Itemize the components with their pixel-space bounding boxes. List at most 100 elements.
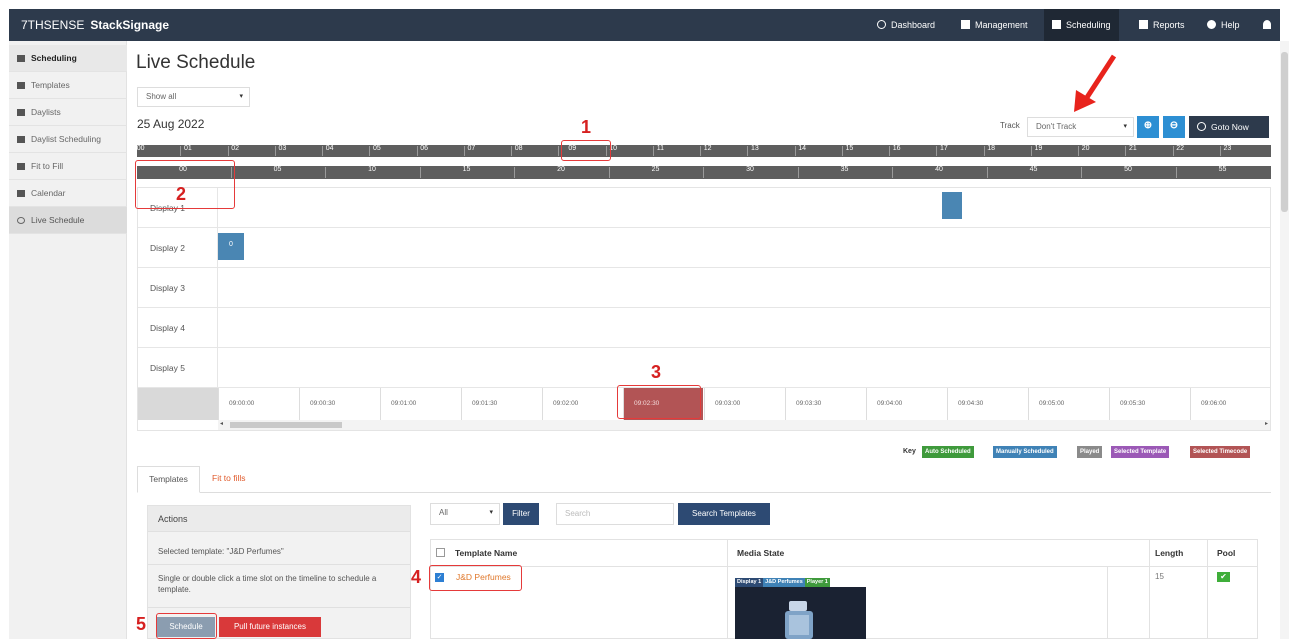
zoom-out-button[interactable]: ⊖ [1163,116,1185,138]
minute-tick[interactable]: 45 [1030,166,1038,173]
column-header-template-name[interactable]: Template Name [455,540,517,566]
hour-tick[interactable]: 05 [373,145,381,152]
template-search-input[interactable]: Search [556,503,674,525]
hour-tick[interactable]: 04 [326,145,334,152]
hour-tick[interactable]: 20 [1082,145,1090,152]
hour-separator [889,146,890,156]
display-row[interactable]: Display 4 [138,308,1270,348]
hour-separator [369,146,371,156]
minute-timeline[interactable]: 00 05 10 15 20 25 30 35 40 45 50 55 [137,166,1271,179]
hour-tick[interactable]: 08 [515,145,523,152]
minute-tick[interactable]: 50 [1124,166,1132,173]
minute-tick[interactable]: 15 [463,166,471,173]
hour-tick[interactable]: 18 [987,145,995,152]
sidebar-item-fit-to-fill[interactable]: Fit to Fill [9,153,127,180]
hour-tick[interactable]: 15 [845,145,853,152]
show-filter-select[interactable]: Show all ▾ [137,87,250,107]
hour-tick[interactable]: 23 [1223,145,1231,152]
sidebar-item-daylists[interactable]: Daylists [9,99,127,126]
minute-tick[interactable]: 20 [557,166,565,173]
timecode-cell[interactable]: 09:01:30 [461,388,541,420]
nav-scheduling[interactable]: Scheduling [1044,9,1119,41]
minute-tick[interactable]: 55 [1219,166,1227,173]
info-icon [1207,20,1216,29]
hour-tick[interactable]: 11 [657,145,664,152]
display-row[interactable]: Display 1 [138,188,1270,228]
hour-tick[interactable]: 17 [940,145,948,152]
hour-tick[interactable]: 01 [184,145,192,152]
tab-templates[interactable]: Templates [137,466,200,493]
sidebar-item-templates[interactable]: Templates [9,72,127,99]
hour-separator [1078,146,1079,156]
timecode-cell[interactable]: 09:05:00 [1028,388,1108,420]
select-all-checkbox[interactable] [436,548,445,557]
sidebar-item-calendar[interactable]: Calendar [9,180,127,207]
timecode-cell[interactable]: 09:00:30 [299,388,379,420]
tab-fit-to-fills[interactable]: Fit to fills [212,473,246,483]
hour-tick[interactable]: 03 [278,145,286,152]
search-templates-button[interactable]: Search Templates [678,503,770,525]
minute-tick[interactable]: 10 [368,166,376,173]
annotation-number: 1 [581,117,592,137]
minute-tick[interactable]: 05 [274,166,282,173]
timecode-cell[interactable]: 09:04:00 [866,388,946,420]
minute-tick[interactable]: 35 [841,166,849,173]
annotation-box-1 [561,140,611,161]
sidebar-item-live-schedule[interactable]: Live Schedule [9,207,127,234]
selected-template-text: Selected template: "J&D Perfumes" [158,547,284,556]
minute-tick[interactable]: 25 [652,166,660,173]
display-row[interactable]: Display 5 [138,348,1270,388]
key-badge: Auto Scheduled [922,446,974,458]
brand-logo[interactable]: 7THSENSE StackSignage [21,18,169,32]
nav-reports[interactable]: Reports [1131,9,1193,41]
sidebar-item-daylist-scheduling[interactable]: Daylist Scheduling [9,126,127,153]
horizontal-scrollbar[interactable]: ◂ ▸ [218,420,1270,430]
filter-button[interactable]: Filter [503,503,539,525]
column-header-media-state[interactable]: Media State [737,540,784,566]
schedule-block[interactable] [942,192,962,219]
scrollbar-thumb[interactable] [1281,52,1288,212]
calendar-icon [17,136,25,143]
scrollbar-thumb[interactable] [230,422,342,428]
hour-tick[interactable]: 06 [420,145,428,152]
hour-tick[interactable]: 07 [467,145,475,152]
timecode-cell[interactable]: 09:01:00 [380,388,460,420]
timecode-cell[interactable]: 09:05:30 [1109,388,1189,420]
hour-timeline[interactable]: 00 01 02 03 04 05 06 07 08 09 10 11 12 13 14 15 16 17 18 19… [137,145,1271,157]
schedule-block[interactable]: 0 [218,233,244,260]
pull-future-instances-button[interactable]: Pull future instances [219,617,321,637]
timecode-cell[interactable]: 09:03:30 [785,388,865,420]
scroll-right-icon[interactable]: ▸ [1265,420,1268,427]
timecode-cell[interactable]: 09:03:00 [704,388,784,420]
timecode-cell[interactable]: 09:00:00 [218,388,298,420]
column-header-length[interactable]: Length [1155,540,1183,566]
minute-tick[interactable]: 40 [935,166,943,173]
timecode-cell[interactable]: 09:04:30 [947,388,1027,420]
pool-check-icon: ✔ [1217,572,1230,582]
goto-now-button[interactable]: Goto Now [1189,116,1269,138]
minute-tick[interactable]: 30 [746,166,754,173]
track-select[interactable]: Don't Track ▾ [1027,117,1134,137]
timecode-cell[interactable]: 09:02:00 [542,388,622,420]
hour-tick[interactable]: 19 [1034,145,1042,152]
nav-dashboard[interactable]: Dashboard [869,9,943,41]
hour-tick[interactable]: 02 [231,145,239,152]
hour-tick[interactable]: 16 [893,145,901,152]
display-row[interactable]: Display 3 [138,268,1270,308]
timecode-cell[interactable]: 09:06:00 [1190,388,1268,420]
zoom-in-button[interactable]: ⊕ [1137,116,1159,138]
column-header-pool[interactable]: Pool [1217,540,1235,566]
hour-tick[interactable]: 00 [137,145,145,152]
nav-help[interactable]: Help [1199,9,1248,41]
nav-user[interactable] [1255,9,1284,41]
nav-management[interactable]: Management [953,9,1036,41]
template-filter-select[interactable]: All ▾ [430,503,500,525]
hour-tick[interactable]: 22 [1176,145,1184,152]
hour-tick[interactable]: 21 [1129,145,1137,152]
hour-tick[interactable]: 12 [704,145,712,152]
scroll-left-icon[interactable]: ◂ [220,420,223,427]
hour-tick[interactable]: 13 [751,145,759,152]
hour-tick[interactable]: 14 [798,145,806,152]
sidebar-item-scheduling[interactable]: Scheduling [9,45,127,72]
display-row[interactable]: Display 2 0 [138,228,1270,268]
